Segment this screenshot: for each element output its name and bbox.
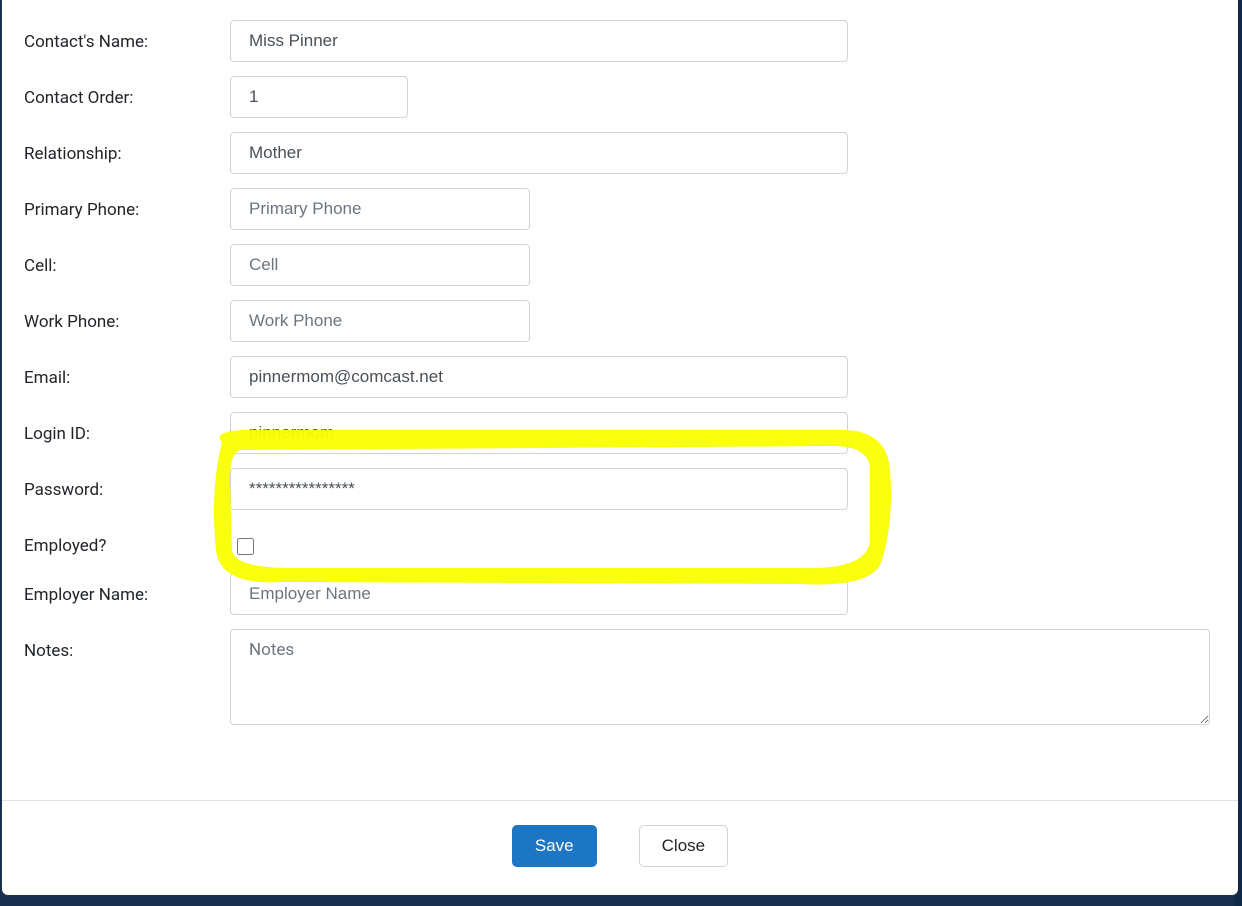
primary-phone-input[interactable] bbox=[230, 188, 530, 230]
login-id-label: Login ID: bbox=[2, 412, 212, 444]
contact-order-label: Contact Order: bbox=[2, 76, 212, 108]
close-button[interactable]: Close bbox=[639, 825, 728, 867]
password-label: Password: bbox=[2, 468, 212, 500]
cell-label: Cell: bbox=[2, 244, 212, 276]
primary-phone-label: Primary Phone: bbox=[2, 188, 212, 220]
modal-footer: Save Close bbox=[2, 800, 1238, 895]
work-phone-label: Work Phone: bbox=[2, 300, 212, 332]
email-label: Email: bbox=[2, 356, 212, 388]
work-phone-input[interactable] bbox=[230, 300, 530, 342]
relationship-label: Relationship: bbox=[2, 132, 212, 164]
contact-order-input[interactable] bbox=[230, 76, 408, 118]
employed-label: Employed? bbox=[2, 524, 212, 556]
login-id-input[interactable] bbox=[230, 412, 848, 454]
notes-textarea[interactable] bbox=[230, 629, 1210, 725]
employer-name-input[interactable] bbox=[230, 573, 848, 615]
contact-modal: Contact's Name: Contact Order: Relations… bbox=[2, 0, 1238, 895]
contact-name-label: Contact's Name: bbox=[2, 20, 212, 52]
modal-body: Contact's Name: Contact Order: Relations… bbox=[2, 0, 1238, 800]
employed-checkbox[interactable] bbox=[237, 538, 254, 555]
contact-name-input[interactable] bbox=[230, 20, 848, 62]
relationship-input[interactable] bbox=[230, 132, 848, 174]
notes-label: Notes: bbox=[2, 629, 212, 661]
save-button[interactable]: Save bbox=[512, 825, 597, 867]
password-input[interactable] bbox=[230, 468, 848, 510]
cell-input[interactable] bbox=[230, 244, 530, 286]
employer-name-label: Employer Name: bbox=[2, 573, 212, 605]
email-input[interactable] bbox=[230, 356, 848, 398]
